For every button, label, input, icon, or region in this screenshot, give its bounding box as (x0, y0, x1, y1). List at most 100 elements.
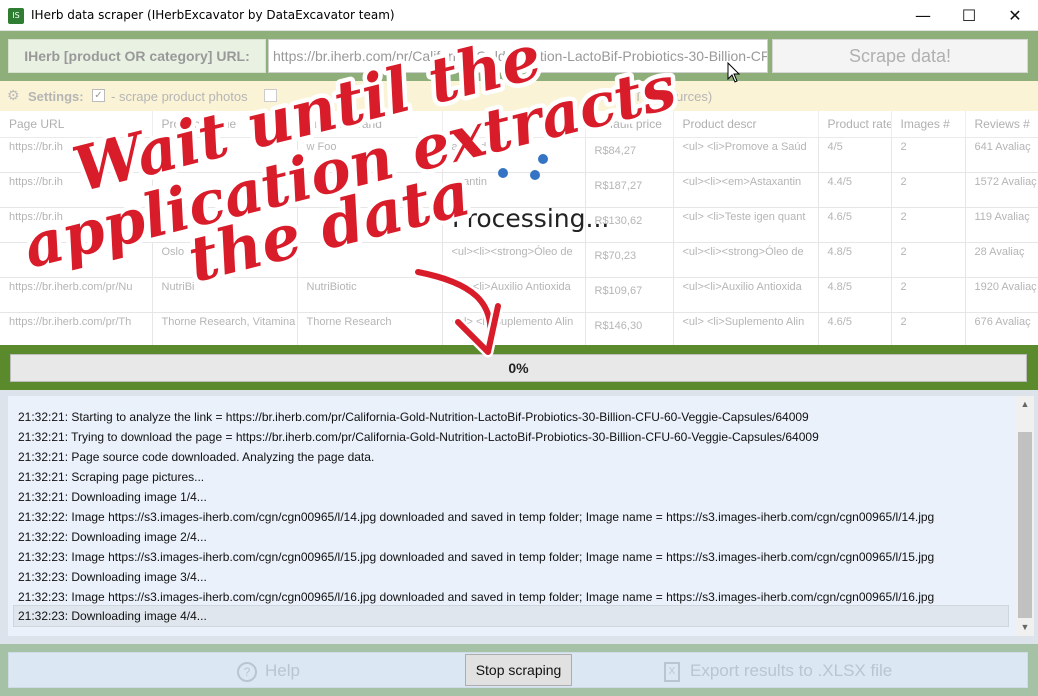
cell-rate-text: 4.6/5 (827, 210, 852, 223)
log-list[interactable]: 21:32:21: Starting to analyze the link =… (8, 396, 1016, 636)
cell-rate: 4/5 (818, 137, 892, 173)
cell-name-text: Thorne Research, Vitamina (161, 315, 296, 328)
cell-reviews: 28 Avaliaç (965, 242, 1038, 278)
progress-frame: 0% (0, 345, 1038, 390)
table-row[interactable]: https://br.iherb.com/pr/Th Thorne Researc… (0, 312, 1038, 345)
cell-desc-preview: <ul><li>Auxilio Antioxida (442, 277, 586, 313)
table-row[interactable]: https://br.iherb.com/pr/Nu NutriBi NutriBi… (0, 277, 1038, 313)
log-line[interactable]: 21:32:22: Downloading image 2/4... (18, 530, 207, 544)
cell-reviews: 1920 Avaliaç (965, 277, 1038, 313)
cell-price: R$70,23 (585, 242, 674, 278)
cell-rate: 4.8/5 (818, 277, 892, 313)
scrape-photos-checkbox[interactable]: ✓ (92, 89, 105, 102)
cell-descr: <ul> <li>Teste igen quant (673, 207, 819, 243)
cell-images-text: 2 (900, 210, 907, 223)
scrape-photos-label: - scrape product photos (111, 89, 248, 104)
log-line[interactable]: 21:32:21: Starting to analyze the link =… (18, 410, 809, 424)
cell-reviews-text: 28 Avaliaç (974, 245, 1025, 258)
log-line[interactable]: 21:32:23: Downloading image 4/4... (13, 605, 1009, 627)
minimize-button[interactable]: — (900, 0, 946, 31)
log-panel: 21:32:21: Starting to analyze the link =… (0, 390, 1038, 644)
scroll-down-icon[interactable]: ▼ (1016, 619, 1034, 636)
table-row[interactable]: Oslo <ul><li><strong>Óleo de R$70,23 <ul><l… (0, 242, 1038, 278)
loading-spinner (490, 138, 550, 188)
cell-price-text: R$146,30 (594, 319, 643, 332)
cell-reviews-text: 641 Avaliaç (974, 140, 1031, 153)
settings-checkbox-2[interactable] (264, 89, 277, 102)
log-line[interactable]: 21:32:22: Image https://s3.images-iherb.… (18, 510, 934, 524)
progress-bar: 0% (10, 354, 1027, 382)
cell-name-text: Oslo (161, 245, 185, 258)
cell-images: 2 (891, 312, 966, 345)
processing-label: Processing... (452, 204, 610, 233)
grid-header-col-product-name[interactable]: Product name (152, 111, 298, 138)
cell-rate: 4.8/5 (818, 242, 892, 278)
cell-descr-text: <ul> <li>Teste igen quant (682, 210, 806, 223)
cell-images-text: 2 (900, 245, 907, 258)
close-button[interactable]: ✕ (992, 0, 1038, 31)
cell-desc-preview-text: a Saúd (451, 140, 487, 153)
cell-reviews-text: 1572 Avaliaç (974, 175, 1037, 188)
log-line[interactable]: 21:32:21: Trying to download the page = … (18, 430, 819, 444)
log-line[interactable]: 21:32:21: Downloading image 1/4... (18, 490, 207, 504)
help-button[interactable]: ? Help (237, 661, 300, 682)
question-icon: ? (237, 661, 257, 682)
cell-descr: <ul> <li>Suplemento Alin (673, 312, 819, 345)
log-line[interactable]: 21:32:23: Image https://s3.images-iherb.… (18, 550, 934, 564)
grid-header-col-page-url[interactable]: Page URL (0, 111, 153, 138)
export-button[interactable]: X Export results to .XLSX file (664, 661, 892, 682)
cell-rate-text: 4.4/5 (827, 175, 852, 188)
grid-header-col-product-brand[interactable]: Product brand (297, 111, 443, 138)
url-input[interactable]: https://br.iherb.com/pr/California-Gold-… (268, 39, 768, 73)
log-line[interactable]: 21:32:21: Scraping page pictures... (18, 470, 204, 484)
cell-brand-text: w Foo (306, 140, 337, 153)
cell-brand-text: Thorne Research (306, 315, 392, 328)
cell-images-text: 2 (900, 280, 907, 293)
window-title: IHerb data scraper (IHerbExcavator by Da… (31, 8, 395, 22)
title-bar: IS IHerb data scraper (IHerbExcavator by… (0, 0, 1038, 31)
cell-name (152, 172, 298, 208)
cell-images: 2 (891, 137, 966, 173)
progress-text: 0% (508, 360, 529, 376)
url-label: IHerb [product OR category] URL: (8, 39, 266, 73)
cell-descr-text: <ul><li><em>Astaxantin (682, 175, 802, 188)
cell-name-text: NutriBi (161, 280, 195, 293)
cell-url-text: https://br.ih (9, 140, 63, 153)
cell-images-text: 2 (900, 140, 907, 153)
cell-reviews: 641 Avaliaç (965, 137, 1038, 173)
cell-price: R$84,27 (585, 137, 674, 173)
stop-scraping-button[interactable]: Stop scraping (465, 654, 572, 686)
cell-url: https://br.iherb.com/pr/Nu (0, 277, 153, 313)
grid-header-col-product-rate[interactable]: Product rate (818, 111, 892, 138)
grid-header-col-images[interactable]: Images # (891, 111, 966, 138)
settings-label: Settings: (28, 89, 84, 104)
cell-reviews-text: 1920 Avaliaç (974, 280, 1037, 293)
cell-reviews: 119 Avaliaç (965, 207, 1038, 243)
grid-header-col-reviews[interactable]: Reviews # (965, 111, 1038, 138)
excel-icon: X (664, 661, 680, 682)
app-icon: IS (8, 8, 24, 24)
scroll-up-icon[interactable]: ▲ (1016, 396, 1034, 413)
grid-header-col-default-price[interactable]: Default price (585, 111, 674, 138)
scroll-thumb[interactable] (1018, 432, 1032, 618)
cell-url: https://br.iherb.com/pr/Th (0, 312, 153, 345)
grid-header-col-product-descr[interactable]: Product descr (673, 111, 819, 138)
cell-images: 2 (891, 242, 966, 278)
cell-price: R$146,30 (585, 312, 674, 345)
cell-desc-preview-text: <ul> <li>Suplemento Alin (451, 315, 574, 328)
cell-descr-text: <ul><li><strong>Óleo de (682, 245, 804, 258)
cell-rate: 4.6/5 (818, 207, 892, 243)
log-line[interactable]: 21:32:21: Page source code downloaded. A… (18, 450, 374, 464)
log-scrollbar[interactable]: ▲ ▼ (1016, 396, 1034, 636)
cell-descr: <ul> <li>Promove a Saúd (673, 137, 819, 173)
grid-header-col-blank-3[interactable] (442, 111, 586, 138)
cell-name (152, 137, 298, 173)
log-line[interactable]: 21:32:23: Image https://s3.images-iherb.… (18, 590, 934, 604)
cell-desc-preview-text: <ul><li><strong>Óleo de (451, 245, 573, 258)
cell-name: Oslo (152, 242, 298, 278)
log-line[interactable]: 21:32:23: Downloading image 3/4... (18, 570, 207, 584)
scrape-button[interactable]: Scrape data! (772, 39, 1028, 73)
maximize-button[interactable]: ☐ (946, 0, 992, 31)
export-label: Export results to .XLSX file (690, 661, 893, 680)
cell-url-text: https://br.ih (9, 210, 63, 223)
